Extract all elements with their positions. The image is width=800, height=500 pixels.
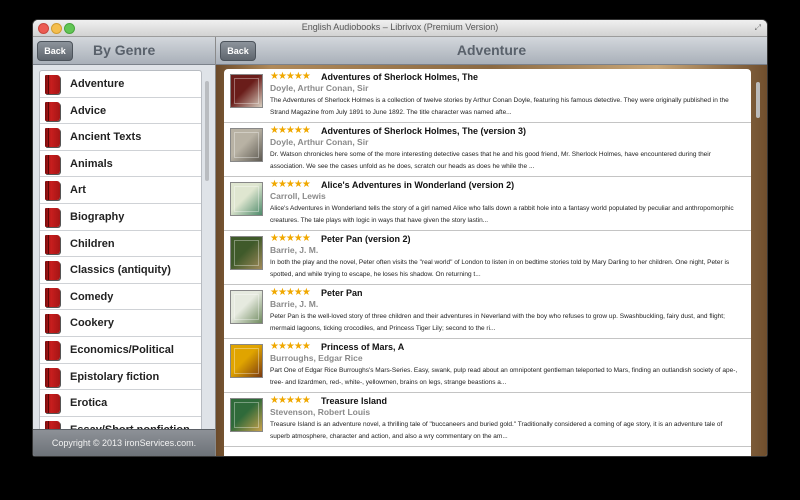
book-icon (45, 314, 60, 334)
book-row[interactable]: ★★★★★ Adventures of Sherlock Holmes, The D… (224, 69, 751, 123)
book-icon (45, 75, 60, 94)
book-icon (45, 101, 60, 121)
genre-label: Animals (70, 157, 113, 170)
genre-item[interactable]: Erotica (40, 390, 201, 417)
book-title: Peter Pan (version 2) (321, 234, 411, 244)
window-title: English Audiobooks – Librivox (Premium V… (301, 22, 499, 32)
book-author: Doyle, Arthur Conan, Sir (270, 83, 369, 93)
book-row[interactable]: ★★★★★ Peter Pan Barrie, J. M. Peter Pan is … (224, 285, 751, 339)
book-icon (45, 128, 60, 148)
book-row[interactable]: ★★★★★ Treasure Island Stevenson, Robert Lo… (224, 393, 751, 447)
window-titlebar: English Audiobooks – Librivox (Premium V… (33, 20, 767, 37)
book-row[interactable]: ★★★★★ Peter Pan (version 2) Barrie, J. M. I… (224, 231, 751, 285)
book-cover-image (230, 182, 263, 216)
copyright-footer: Copyright © 2013 ironServices.com. (33, 429, 215, 456)
genre-label: Art (70, 184, 86, 197)
book-cover-image (230, 128, 263, 162)
rating-stars: ★★★★★ (270, 287, 311, 298)
book-title: Princess of Mars, A (321, 342, 405, 352)
genre-item[interactable]: Ancient Texts (40, 124, 201, 151)
book-description: Treasure Island is an adventure novel, a… (270, 421, 723, 440)
genre-panel-title: By Genre (93, 42, 156, 58)
genre-navbar: Back By Genre (33, 37, 215, 65)
book-icon (45, 234, 60, 254)
book-author: Burroughs, Edgar Rice (270, 353, 363, 363)
genre-label: Classics (antiquity) (70, 264, 171, 277)
genre-label: Erotica (70, 397, 108, 410)
genre-label: Biography (70, 210, 125, 223)
book-icon (45, 181, 60, 201)
book-icon (45, 287, 60, 307)
genre-item[interactable]: Biography (40, 204, 201, 231)
genre-item[interactable]: Advice (40, 98, 201, 125)
book-icon (45, 340, 60, 360)
book-icon (45, 394, 60, 414)
app-window: English Audiobooks – Librivox (Premium V… (33, 20, 767, 456)
book-title: Alice's Adventures in Wonderland (versio… (321, 180, 515, 190)
book-cover-image (230, 398, 263, 432)
book-row[interactable]: ★★★★★ Adventures of Sherlock Holmes, The … (224, 123, 751, 177)
genre-panel: Back By Genre Adventure Advice Ancient Tex… (33, 37, 216, 456)
book-title: Treasure Island (321, 396, 388, 406)
book-author: Barrie, J. M. (270, 245, 319, 255)
book-panel-title: Adventure (456, 42, 527, 58)
genre-label: Ancient Texts (70, 131, 142, 144)
book-row[interactable]: ★★★★★ Princess of Mars, A Burroughs, Edgar… (224, 339, 751, 393)
book-icon (45, 154, 60, 174)
rating-stars: ★★★★★ (270, 233, 311, 244)
genre-item[interactable]: Adventure (40, 71, 201, 98)
genre-list[interactable]: Adventure Advice Ancient Texts Animals Art Bi… (39, 70, 202, 446)
genre-label: Epistolary fiction (70, 370, 160, 383)
rating-stars: ★★★★★ (270, 125, 311, 136)
book-icon (45, 261, 60, 281)
book-cover-image (230, 344, 263, 378)
genre-label: Advice (70, 104, 107, 117)
genre-item[interactable]: Economics/Political (40, 337, 201, 364)
genre-item[interactable]: Art (40, 177, 201, 204)
book-title: Peter Pan (321, 288, 363, 298)
book-title: Adventures of Sherlock Holmes, The (vers… (321, 126, 527, 136)
genre-label: Adventure (70, 78, 125, 90)
book-cover-image (230, 290, 263, 324)
rating-stars: ★★★★★ (270, 179, 311, 190)
book-description: The Adventures of Sherlock Holmes is a c… (270, 97, 729, 116)
book-title: Adventures of Sherlock Holmes, The (321, 72, 479, 82)
fullscreen-icon[interactable]: ⤢ (755, 23, 761, 32)
book-author: Carroll, Lewis (270, 191, 326, 201)
book-icon (45, 207, 60, 227)
book-cover-image (230, 236, 263, 270)
rating-stars: ★★★★★ (270, 341, 311, 352)
genre-scrollbar[interactable] (205, 81, 209, 181)
genre-label: Comedy (70, 290, 114, 303)
book-cover-image (230, 74, 263, 108)
book-author: Stevenson, Robert Louis (270, 407, 371, 417)
genre-back-button[interactable]: Back (37, 41, 73, 61)
book-scrollbar[interactable] (756, 82, 760, 118)
book-author: Doyle, Arthur Conan, Sir (270, 137, 369, 147)
genre-item[interactable]: Cookery (40, 310, 201, 337)
genre-label: Economics/Political (70, 343, 174, 356)
book-description: Part One of Edgar Rice Burroughs's Mars-… (270, 367, 738, 386)
book-list[interactable]: ★★★★★ Adventures of Sherlock Holmes, The D… (224, 69, 751, 456)
book-description: Alice's Adventures in Wonderland tells t… (270, 205, 734, 224)
rating-stars: ★★★★★ (270, 71, 311, 82)
rating-stars: ★★★★★ (270, 395, 311, 406)
genre-item[interactable]: Children (40, 231, 201, 258)
genre-item[interactable]: Comedy (40, 284, 201, 311)
genre-item[interactable]: Animals (40, 151, 201, 178)
book-description: Peter Pan is the well-loved story of thr… (270, 313, 725, 332)
book-navbar: Back Adventure (216, 37, 767, 65)
genre-item[interactable]: Classics (antiquity) (40, 257, 201, 284)
genre-label: Children (70, 237, 115, 250)
book-row[interactable]: ★★★★★ Alice's Adventures in Wonderland (v… (224, 177, 751, 231)
book-description: In both the play and the novel, Peter of… (270, 259, 730, 278)
genre-item[interactable]: Epistolary fiction (40, 364, 201, 391)
book-panel: Back Adventure ★★★★★ Adventures of Sherlo… (216, 37, 767, 456)
book-author: Barrie, J. M. (270, 299, 319, 309)
book-description: Dr. Watson chronicles here some of the m… (270, 151, 711, 170)
book-icon (45, 367, 60, 387)
genre-label: Cookery (70, 317, 115, 330)
